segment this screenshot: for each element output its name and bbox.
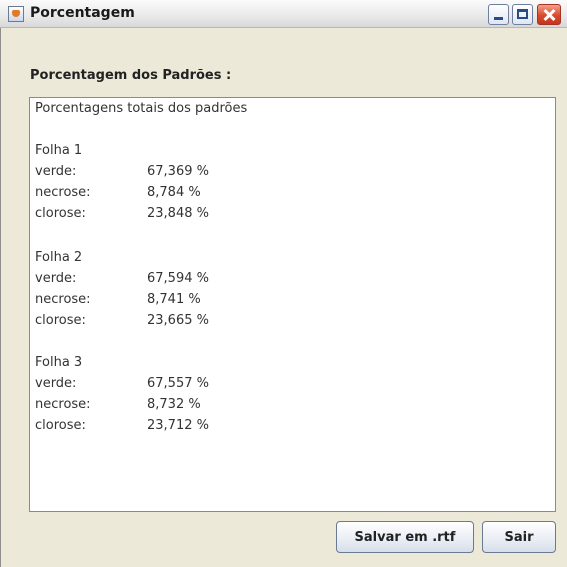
java-app-icon <box>8 6 24 22</box>
leaf-title: Folha 2 <box>35 250 83 265</box>
leaf-title: Folha 3 <box>35 355 83 370</box>
title-bar[interactable]: Porcentagem <box>0 0 567 28</box>
metric-value: 67,369 % <box>147 164 209 179</box>
metric-label: clorose: <box>35 206 86 221</box>
metric-row: necrose: 8,784 % <box>35 185 335 205</box>
metric-value: 8,732 % <box>147 397 201 412</box>
metric-label: verde: <box>35 164 77 179</box>
metric-value: 23,848 % <box>147 206 209 221</box>
exit-button[interactable]: Sair <box>482 521 556 553</box>
section-label: Porcentagem dos Padrões : <box>30 68 232 83</box>
metric-value: 8,784 % <box>147 185 201 200</box>
metric-label: necrose: <box>35 292 91 307</box>
metric-label: verde: <box>35 376 77 391</box>
leaf-block: Folha 1 verde: 67,369 % necrose: 8,784 %… <box>35 143 335 227</box>
metric-value: 67,594 % <box>147 271 209 286</box>
metric-value: 8,741 % <box>147 292 201 307</box>
metric-label: verde: <box>35 271 77 286</box>
metric-value: 23,665 % <box>147 313 209 328</box>
close-button[interactable] <box>537 4 561 25</box>
leaf-block: Folha 3 verde: 67,557 % necrose: 8,732 %… <box>35 355 335 439</box>
save-rtf-button[interactable]: Salvar em .rtf <box>336 521 474 553</box>
metric-row: necrose: 8,732 % <box>35 397 335 417</box>
metric-label: clorose: <box>35 313 86 328</box>
leaf-title: Folha 1 <box>35 143 83 158</box>
metric-row: verde: 67,594 % <box>35 271 335 291</box>
metric-row: clorose: 23,665 % <box>35 313 335 333</box>
report-text-area[interactable]: Porcentagens totais dos padrões Folha 1 … <box>29 97 556 512</box>
window-left-border <box>0 28 6 567</box>
porcentagem-window: Porcentagem Porcentagem dos Padrões : Po… <box>0 0 567 567</box>
maximize-button[interactable] <box>512 4 533 25</box>
window-title: Porcentagem <box>30 5 135 21</box>
metric-row: verde: 67,369 % <box>35 164 335 184</box>
minimize-button[interactable] <box>488 4 509 25</box>
metric-label: necrose: <box>35 397 91 412</box>
metric-row: verde: 67,557 % <box>35 376 335 396</box>
metric-row: necrose: 8,741 % <box>35 292 335 312</box>
report-header: Porcentagens totais dos padrões <box>35 101 248 116</box>
metric-value: 23,712 % <box>147 418 209 433</box>
metric-label: clorose: <box>35 418 86 433</box>
metric-row: clorose: 23,712 % <box>35 418 335 438</box>
metric-label: necrose: <box>35 185 91 200</box>
metric-row: clorose: 23,848 % <box>35 206 335 226</box>
leaf-block: Folha 2 verde: 67,594 % necrose: 8,741 %… <box>35 250 335 334</box>
metric-value: 67,557 % <box>147 376 209 391</box>
